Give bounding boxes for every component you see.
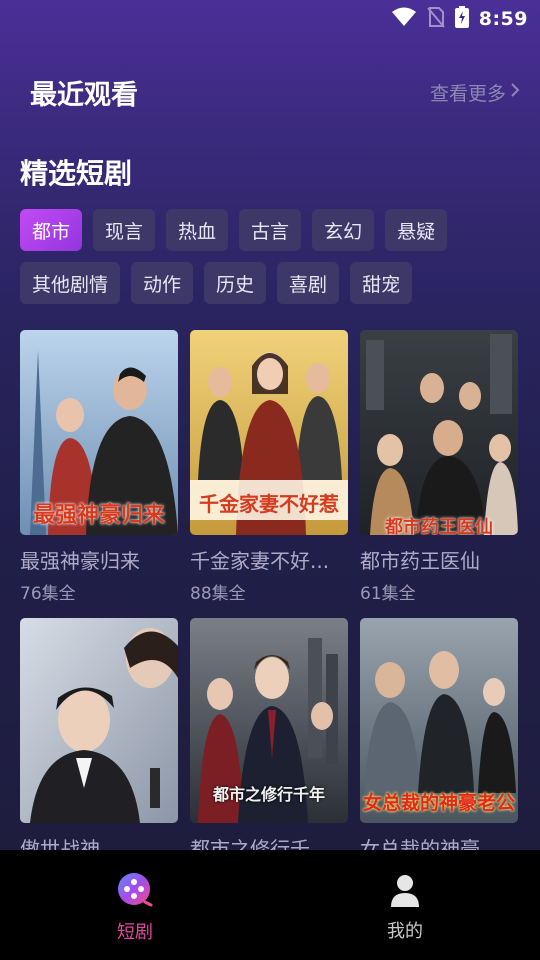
poster-title: 都市药王医仙: [385, 517, 493, 535]
chip-modern-romance[interactable]: 现言: [93, 209, 156, 251]
recently-watched-title: 最近观看: [30, 79, 138, 111]
nav-label-me: 我的: [387, 921, 423, 942]
drama-title: 都市药王医仙: [360, 549, 480, 573]
nav-item-me[interactable]: 我的: [270, 850, 540, 960]
episode-count: 88集全: [190, 584, 246, 604]
recently-watched-header: 最近观看 查看更多: [30, 72, 520, 112]
clock: 8:59: [478, 8, 528, 30]
chip-action[interactable]: 动作: [131, 262, 194, 304]
poster-title: 千金家妻不好惹: [199, 492, 339, 516]
episode-count: 76集全: [20, 584, 76, 604]
battery-charging-icon: [454, 6, 469, 32]
wifi-icon: [391, 7, 417, 31]
no-sim-icon: [426, 6, 445, 32]
poster-title: 都市之修行千年: [212, 785, 325, 804]
poster-image: 千金家妻不好惹: [190, 330, 348, 535]
poster-image: 都市之修行千年: [190, 618, 348, 823]
chip-ancient-romance[interactable]: 古言: [239, 209, 302, 251]
nav-label-shorts: 短剧: [117, 922, 153, 943]
poster-image: [20, 618, 178, 823]
drama-card[interactable]: 最强神豪归来 最强神豪归来 76集全: [20, 330, 178, 618]
episode-count: 61集全: [360, 584, 416, 604]
chip-row-1: 都市 现言 热血 古言 玄幻 悬疑: [20, 209, 520, 251]
chip-action-hotblood[interactable]: 热血: [166, 209, 229, 251]
poster-title: 最强神豪归来: [32, 503, 165, 528]
chip-history[interactable]: 历史: [204, 262, 267, 304]
chip-other[interactable]: 其他剧情: [20, 262, 121, 304]
drama-title: 最强神豪归来: [20, 549, 140, 573]
bottom-nav: 短剧 我的: [0, 850, 540, 960]
drama-grid: 最强神豪归来 最强神豪归来 76集全 千金家妻不好惹 千金家妻不好... 88集…: [20, 330, 520, 906]
play-circle-icon: [117, 872, 153, 912]
featured-title: 精选短剧: [20, 157, 133, 190]
see-more-label: 查看更多: [429, 82, 506, 105]
chip-sweet-romance[interactable]: 甜宠: [350, 262, 413, 304]
poster-image: 都市药王医仙: [360, 330, 518, 535]
see-more-link[interactable]: 查看更多: [430, 79, 520, 106]
chevron-right-icon: [510, 81, 520, 103]
category-chips: 都市 现言 热血 古言 玄幻 悬疑 其他剧情 动作 历史 喜剧 甜宠: [20, 209, 520, 315]
chip-comedy[interactable]: 喜剧: [277, 262, 340, 304]
chip-row-2: 其他剧情 动作 历史 喜剧 甜宠: [20, 262, 520, 304]
person-icon: [389, 873, 421, 911]
drama-card[interactable]: 千金家妻不好惹 千金家妻不好... 88集全: [190, 330, 348, 618]
poster-image: 女总裁的神豪老公: [360, 618, 518, 823]
status-bar: 8:59: [0, 0, 540, 36]
chip-fantasy[interactable]: 玄幻: [312, 209, 375, 251]
nav-item-shorts[interactable]: 短剧: [0, 850, 270, 960]
drama-title: 千金家妻不好...: [190, 549, 330, 573]
poster-image: 最强神豪归来: [20, 330, 178, 535]
drama-card[interactable]: 都市药王医仙 都市药王医仙 61集全: [360, 330, 518, 618]
poster-title: 女总裁的神豪老公: [362, 792, 515, 814]
chip-urban[interactable]: 都市: [20, 209, 83, 251]
chip-suspense[interactable]: 悬疑: [385, 209, 448, 251]
